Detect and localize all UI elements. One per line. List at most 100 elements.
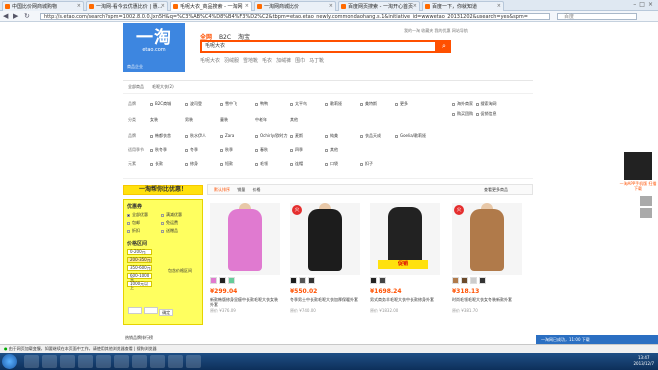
color-swatches[interactable] bbox=[452, 277, 522, 285]
product-title[interactable]: 时尚毛领毛呢大衣女冬装新款外套 bbox=[452, 297, 522, 307]
product-card[interactable]: ¥299.04 新款韩版修身显瘦中长款毛呢大衣女装外套 原价 ¥376.09 bbox=[210, 203, 280, 318]
filter-row: 分类 女装 男装 童装 中老年 其他 bbox=[128, 117, 298, 122]
product-price: ¥318.13 bbox=[452, 288, 480, 295]
confirm-button[interactable]: 确定 bbox=[159, 309, 174, 316]
sort-default[interactable]: 默认排序 bbox=[214, 187, 230, 192]
product-card[interactable]: 促销 ¥1698.24 男式商务羊毛呢大衣中长款修身外套 原价 ¥1832.00 bbox=[370, 203, 440, 318]
system-clock[interactable]: 13:47 2013/12/7 bbox=[633, 355, 654, 367]
price-option[interactable]: 0-200元 bbox=[127, 249, 152, 255]
browser-tab[interactable]: 中国比价网商城购物 × bbox=[2, 1, 84, 11]
close-icon[interactable]: × bbox=[413, 3, 417, 9]
window-controls[interactable]: –□× bbox=[633, 1, 656, 8]
site-icon bbox=[257, 4, 262, 9]
min-price-input[interactable] bbox=[128, 307, 142, 314]
hot-word[interactable]: 毛呢大衣 bbox=[200, 58, 220, 64]
product-image[interactable]: 火 bbox=[452, 203, 522, 275]
price-option[interactable]: 350-600元 bbox=[127, 265, 152, 271]
hot-word[interactable]: 围巾 bbox=[295, 58, 305, 64]
browser-tab[interactable]: 一淘网-看今云优惠比价 | 惠... × bbox=[86, 1, 168, 11]
hot-word[interactable]: 毛衣 bbox=[262, 58, 272, 64]
product-image[interactable] bbox=[210, 203, 280, 275]
divider bbox=[123, 178, 533, 179]
section-title: 优惠券 bbox=[127, 204, 143, 210]
site-icon bbox=[341, 4, 346, 9]
taskbar-app-icon[interactable] bbox=[78, 355, 93, 368]
browser-tab[interactable]: 百度一下，你就知道 × bbox=[422, 1, 504, 11]
hot-word[interactable]: 雪地靴 bbox=[243, 58, 258, 64]
site-icon bbox=[425, 4, 430, 9]
taskbar-app-icon[interactable] bbox=[96, 355, 111, 368]
filter-row: 品牌 韩都衣舍 秋水伊人 Zara Ochirly/欧时力 麦斯 纯美 衣品天成 Goelia/… bbox=[128, 133, 427, 138]
taskbar-app-icon[interactable] bbox=[42, 355, 57, 368]
browser-tab-active[interactable]: 毛呢大衣_商品搜索 - 一淘网 × bbox=[170, 1, 252, 11]
filter-row: 品牌 B2C商城 波司登 雪中飞 鸭鸭 太平鸟 歌莉娅 美特斯 更多 bbox=[128, 101, 408, 106]
color-swatches[interactable] bbox=[290, 277, 360, 285]
section-title: 价格区间 bbox=[127, 241, 148, 247]
close-icon[interactable]: × bbox=[245, 3, 249, 9]
product-price: ¥1698.24 bbox=[370, 288, 402, 295]
product-image[interactable]: 火 bbox=[290, 203, 360, 275]
taskbar-app-icon[interactable] bbox=[24, 355, 39, 368]
price-option[interactable]: 200-350元 bbox=[127, 257, 152, 263]
side-button[interactable] bbox=[640, 208, 652, 218]
brand-ranking-title[interactable]: 热销品牌排行榜 bbox=[125, 335, 153, 341]
close-icon[interactable]: × bbox=[497, 3, 501, 9]
color-swatches[interactable] bbox=[210, 277, 280, 285]
price-range-inputs: 确定 bbox=[128, 307, 174, 316]
browser-tab[interactable]: 百度网页搜索 - 一淘开心首页 × bbox=[338, 1, 420, 11]
hot-words: 毛呢大衣 羽绒服 雪地靴 毛衣 加绒裤 围巾 马丁靴 bbox=[200, 57, 328, 64]
side-button[interactable] bbox=[640, 196, 652, 206]
product-original-price: 原价 ¥381.70 bbox=[452, 308, 478, 313]
site-icon bbox=[173, 4, 178, 9]
forward-icon[interactable]: ▶ bbox=[13, 12, 18, 20]
product-card[interactable]: 火 ¥318.13 时尚毛领毛呢大衣女冬装新款外套 原价 ¥381.70 bbox=[452, 203, 522, 318]
taskbar-app-icon[interactable] bbox=[132, 355, 147, 368]
filter-row: 元素 长款 修身 短款 毛领 连帽 口袋 扣子 bbox=[128, 161, 373, 166]
taskbar-app-icon[interactable] bbox=[186, 355, 201, 368]
search-button[interactable]: ⌕ bbox=[437, 40, 451, 53]
price-option[interactable]: 1000元以上 bbox=[127, 281, 152, 290]
hot-stamp: 火 bbox=[454, 205, 464, 215]
discount-panel: 优惠券 全部优惠 满减优惠 包邮 免运费 折扣 送赠品 价格区间 0-200元 200… bbox=[123, 199, 203, 325]
hot-word[interactable]: 加绒裤 bbox=[276, 58, 291, 64]
browser-tab-strip: 中国比价网商城购物 × 一淘网-看今云优惠比价 | 惠... × 毛呢大衣_商品搜索… bbox=[0, 0, 658, 11]
product-price: ¥299.04 bbox=[210, 288, 238, 295]
back-icon[interactable]: ◀ bbox=[3, 12, 8, 20]
taskbar-app-icon[interactable] bbox=[114, 355, 129, 368]
top-links[interactable]: 我的一淘 收藏夹 我的优惠 网站导航 bbox=[404, 28, 468, 34]
close-icon[interactable]: × bbox=[77, 3, 81, 9]
browser-search-input[interactable]: 百度 bbox=[557, 13, 637, 20]
category-breadcrumb: 全部商品 毛呢大衣(2) bbox=[128, 84, 174, 89]
etao-logo[interactable]: 一淘 etao.com 商品企业 bbox=[123, 23, 185, 72]
product-title[interactable]: 新款韩版修身显瘦中长款毛呢大衣女装外套 bbox=[210, 297, 280, 307]
url-input[interactable]: http://s.etao.com/search?spm=1002.8.0.0.… bbox=[40, 13, 550, 20]
site-icon bbox=[89, 4, 94, 9]
product-card[interactable]: 火 ¥550.02 冬季男士中长款毛呢大衣加厚保暖外套 原价 ¥740.00 bbox=[290, 203, 360, 318]
hot-word[interactable]: 马丁靴 bbox=[309, 58, 324, 64]
close-icon[interactable]: × bbox=[161, 3, 165, 9]
product-image[interactable]: 促销 bbox=[370, 203, 440, 275]
start-button[interactable] bbox=[2, 354, 17, 369]
sort-toolbar: 默认排序 销量 价格 查看更多商品 bbox=[207, 184, 533, 195]
address-bar-row: ◀ ▶ ↻ http://s.etao.com/search?spm=1002.… bbox=[0, 11, 658, 22]
view-more-dropdown[interactable]: 查看更多商品 bbox=[484, 185, 508, 194]
search-input[interactable]: 毛呢大衣 bbox=[200, 40, 437, 53]
product-original-price: 原价 ¥376.09 bbox=[210, 308, 236, 313]
max-price-input[interactable] bbox=[143, 307, 158, 314]
refresh-icon[interactable]: ↻ bbox=[24, 12, 30, 20]
sort-sales[interactable]: 销量 bbox=[237, 187, 245, 192]
product-title[interactable]: 冬季男士中长款毛呢大衣加厚保暖外套 bbox=[290, 297, 360, 307]
close-icon[interactable]: × bbox=[329, 3, 333, 9]
browser-tab[interactable]: 一淘网商城比价 × bbox=[254, 1, 336, 11]
hot-word[interactable]: 羽绒服 bbox=[224, 58, 239, 64]
promo-banner: 一淘帮你比优惠！ bbox=[123, 185, 203, 195]
taskbar-app-icon[interactable] bbox=[150, 355, 165, 368]
product-original-price: 原价 ¥740.00 bbox=[290, 308, 316, 313]
taskbar-app-icon[interactable] bbox=[60, 355, 75, 368]
sort-price[interactable]: 价格 bbox=[253, 187, 261, 192]
taskbar-app-icon[interactable] bbox=[168, 355, 183, 368]
color-swatches[interactable] bbox=[370, 277, 440, 285]
windows-taskbar: 13:47 2013/12/7 bbox=[0, 353, 658, 370]
price-option[interactable]: 600-1000元 bbox=[127, 273, 152, 282]
product-title[interactable]: 男式商务羊毛呢大衣中长款修身外套 bbox=[370, 297, 440, 307]
